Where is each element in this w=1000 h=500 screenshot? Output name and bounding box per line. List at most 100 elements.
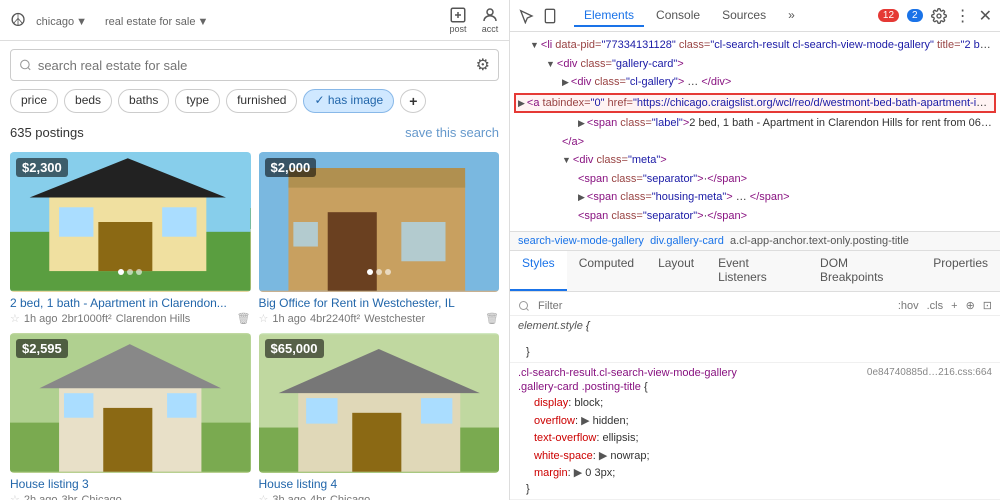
element-style-block: element.style { } <box>510 316 1000 363</box>
settings-icon[interactable] <box>931 8 947 24</box>
add-rule-button[interactable]: + <box>951 300 957 312</box>
css-selector: .cl-search-result.cl-search-view-mode-ga… <box>518 367 992 379</box>
listing-meta: ☆ 1h ago 2br1000ft² Clarendon Hills 🗑 <box>10 312 251 325</box>
styles-area: :hov .cls + ⊕ ⊡ element.style { } .cl-se… <box>510 292 1000 500</box>
cls-button[interactable]: .cls <box>927 300 944 312</box>
dot <box>127 269 133 275</box>
listing-price: $2,300 <box>16 158 68 177</box>
listing-card[interactable]: $65,000 House listing 4 ☆ 3h ago 4br Chi… <box>259 333 500 500</box>
html-line: ▼<div class="meta"> <box>510 151 1000 170</box>
filter-furnished[interactable]: furnished <box>226 89 297 113</box>
filter-price[interactable]: price <box>10 89 58 113</box>
tab-console[interactable]: Console <box>646 5 710 27</box>
css-source: 0e84740885d…216.css:664 <box>867 367 992 378</box>
filter-search-icon <box>518 300 530 312</box>
delete-icon[interactable]: 🗑 <box>485 312 499 325</box>
listing-title[interactable]: House listing 4 <box>259 477 500 491</box>
html-line: </a> <box>510 133 1000 152</box>
css-prop: white-space: ▶ nowrap; <box>518 448 992 466</box>
star-icon[interactable]: ☆ <box>259 493 269 500</box>
listing-price: $2,595 <box>16 339 68 358</box>
html-line: ▼<li data-pid="77334131128" class="cl-se… <box>510 36 1000 55</box>
html-line-selected[interactable]: ▶<a tabindex="0" href="https://chicago.c… <box>514 93 996 114</box>
search-bar[interactable]: ⚙ <box>10 49 499 81</box>
listing-title[interactable]: Big Office for Rent in Westchester, IL <box>259 296 500 310</box>
left-panel: ☮ chicago▼ real estate for sale▼ post ac… <box>0 0 510 500</box>
search-input[interactable] <box>38 58 470 73</box>
styles-filter-input[interactable] <box>538 300 678 312</box>
grid-icon[interactable]: ⊡ <box>983 299 992 312</box>
devtools-left-icons <box>518 8 558 24</box>
breadcrumb-bar: search-view-mode-gallery div.gallery-car… <box>510 232 1000 251</box>
tab-sources[interactable]: Sources <box>712 5 776 27</box>
listing-price: $2,000 <box>265 158 317 177</box>
filter-tags: price beds baths type furnished ✓ has im… <box>0 89 509 121</box>
dot <box>376 269 382 275</box>
html-line: ▶<span class="label">2 bed, 1 bath - Apa… <box>510 114 1000 133</box>
save-search-link[interactable]: save this search <box>405 125 499 140</box>
hov-button[interactable]: :hov <box>898 300 919 312</box>
close-icon[interactable]: ✕ <box>979 6 992 26</box>
filter-baths[interactable]: baths <box>118 89 169 113</box>
listing-title[interactable]: House listing 3 <box>10 477 251 491</box>
devtools-panel: Elements Console Sources » 12 2 ⋮ ✕ ▼<li… <box>510 0 1000 500</box>
breadcrumb-item[interactable]: search-view-mode-gallery <box>518 235 644 247</box>
elements-html-view[interactable]: ▼<li data-pid="77334131128" class="cl-se… <box>510 32 1000 232</box>
ellipsis-icon[interactable]: ⋮ <box>955 6 971 26</box>
listing-card[interactable]: $2,595 House listing 3 ☆ 2h ago 3br Chic… <box>10 333 251 500</box>
search-query-label[interactable]: real estate for sale▼ <box>103 13 208 28</box>
postings-row: 635 postings save this search <box>0 121 509 144</box>
toggle-icon[interactable]: ⊕ <box>966 299 975 312</box>
filter-add[interactable]: + <box>400 89 426 113</box>
css-prop: text-overflow: ellipsis; <box>518 430 992 448</box>
delete-icon[interactable]: 🗑 <box>237 312 251 325</box>
tab-elements[interactable]: Elements <box>574 5 644 27</box>
element-style-selector: element.style { <box>518 320 992 332</box>
tab-properties[interactable]: Properties <box>921 251 1000 291</box>
listing-title[interactable]: 2 bed, 1 bath - Apartment in Clarendon..… <box>10 296 251 310</box>
star-icon[interactable]: ☆ <box>10 312 20 325</box>
post-button[interactable]: post <box>449 6 467 34</box>
tab-event-listeners[interactable]: Event Listeners <box>706 251 808 291</box>
star-icon[interactable]: ☆ <box>259 312 269 325</box>
dot-active <box>118 269 124 275</box>
empty-rule <box>518 334 992 346</box>
tab-styles[interactable]: Styles <box>510 251 567 291</box>
tab-more[interactable]: » <box>778 5 805 27</box>
cursor-icon[interactable] <box>518 8 534 24</box>
html-line: ▼<div class="gallery-card"> <box>510 55 1000 74</box>
filter-icon[interactable]: ⚙ <box>476 55 490 75</box>
html-line: ▶<div class="cl-gallery"> … </div> <box>510 73 1000 92</box>
dot <box>136 269 142 275</box>
dot-active <box>367 269 373 275</box>
cl-header: ☮ chicago▼ real estate for sale▼ post ac… <box>0 0 509 41</box>
filter-has-image[interactable]: ✓ has image <box>303 89 394 113</box>
dot <box>385 269 391 275</box>
listing-meta: ☆ 2h ago 3br Chicago <box>10 493 251 500</box>
account-button[interactable]: acct <box>481 6 499 34</box>
search-icon <box>19 58 32 72</box>
devtools-right-icons: 12 2 ⋮ ✕ <box>878 6 992 26</box>
dots-row <box>118 269 142 275</box>
tab-dom-breakpoints[interactable]: DOM Breakpoints <box>808 251 921 291</box>
html-line: ▶<span class="housing-meta"> … </span> <box>510 188 1000 207</box>
mobile-icon[interactable] <box>542 8 558 24</box>
bottom-tabs: Styles Computed Layout Event Listeners D… <box>510 251 1000 292</box>
tab-computed[interactable]: Computed <box>567 251 646 291</box>
filter-type[interactable]: type <box>175 89 220 113</box>
close-brace: } <box>518 346 992 358</box>
star-icon[interactable]: ☆ <box>10 493 20 500</box>
css-prop: margin: ▶ 0 3px; <box>518 465 992 483</box>
peace-icon: ☮ <box>10 10 26 31</box>
tab-layout[interactable]: Layout <box>646 251 706 291</box>
location-text[interactable]: chicago <box>36 16 74 28</box>
css-prop: overflow: ▶ hidden; <box>518 413 992 431</box>
breadcrumb-item[interactable]: div.gallery-card <box>650 235 724 247</box>
listing-card[interactable]: $2,300 2 bed, 1 bath - Apartment in Clar… <box>10 152 251 325</box>
filter-beds[interactable]: beds <box>64 89 112 113</box>
location-label[interactable]: chicago▼ <box>34 13 87 28</box>
listing-card[interactable]: $2,000 Big Office for Rent in Westcheste… <box>259 152 500 325</box>
listing-meta: ☆ 3h ago 4br Chicago <box>259 493 500 500</box>
css-rule-block: .cl-search-result.cl-search-view-mode-ga… <box>510 363 1000 500</box>
html-line: <span class="separator">·</span> <box>510 207 1000 226</box>
